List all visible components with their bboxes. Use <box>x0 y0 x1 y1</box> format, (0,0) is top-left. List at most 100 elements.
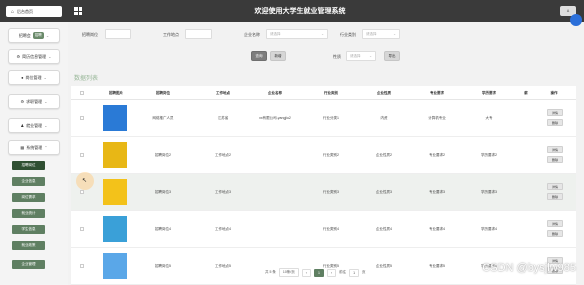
sidebar-subitem-2[interactable]: 岗位需求 <box>12 193 45 202</box>
delete-button[interactable]: 删除 <box>547 193 563 200</box>
goto-suffix: 页 <box>362 270 366 274</box>
company-select[interactable]: 请选择 ⌄ <box>266 29 328 39</box>
table-row[interactable]: 招聘岗位4 工作地点4 行业类别4 企业性质4 专业要求4 学历要求4 详情 删除 <box>71 211 576 248</box>
table-cell: 学历要求3 <box>481 190 497 194</box>
table-cell: 工作地点3 <box>215 190 231 194</box>
home-label: 后台首页 <box>17 8 34 14</box>
detail-button[interactable]: 详情 <box>547 146 563 153</box>
sidebar-subitem-6[interactable]: 企业管理 <box>12 260 45 269</box>
column-header: 薪 <box>524 91 528 95</box>
sidebar-group-label: 求职管理 <box>26 98 43 104</box>
sidebar-group-0[interactable]: 招聘会 招聘 ⌄ <box>8 28 60 43</box>
user-label: A <box>566 9 570 13</box>
chevron-down-icon: ⌄ <box>369 54 372 58</box>
sidebar-subitem-1[interactable]: 企业信息 <box>12 177 45 186</box>
detail-button[interactable]: 详情 <box>547 220 563 227</box>
job-image <box>103 105 127 131</box>
industry-select[interactable]: 请选择 ⌄ <box>362 29 400 39</box>
delete-button[interactable]: 删除 <box>547 119 563 126</box>
select-placeholder: 请选择 <box>270 31 281 36</box>
table-cell: 江苏省 <box>217 116 229 120</box>
column-header: 学历要求 <box>482 91 496 95</box>
sidebar-group-3[interactable]: ⚙ 求职管理 ⌄ <box>8 94 60 109</box>
system-title: 欢迎使用大学生就业管理系统 <box>254 8 346 15</box>
row-checkbox[interactable] <box>80 227 84 231</box>
table-cell: 专业要求4 <box>429 227 445 231</box>
button-label: 新增 <box>274 53 282 58</box>
job-image <box>103 216 127 242</box>
sidebar-group-label: 招聘会 <box>18 32 31 38</box>
location-input[interactable] <box>185 29 212 39</box>
goto-page-input[interactable]: 1 <box>349 268 360 277</box>
table-cell: 专业要求2 <box>429 153 445 157</box>
sidebar-group-1[interactable]: ⚙ 简历信息管理 ⌄ <box>8 49 60 64</box>
table-cell: 招聘岗位2 <box>155 153 171 157</box>
table-cell: 行业分类1 <box>323 116 339 120</box>
detail-button[interactable]: 详情 <box>547 109 563 116</box>
total-count: 共 5 条 <box>265 270 276 274</box>
page-size-select[interactable]: 10条/页 <box>278 268 299 277</box>
delete-button[interactable]: 删除 <box>547 156 563 163</box>
delete-button[interactable]: 删除 <box>547 230 563 237</box>
table-cell: 企业性质5 <box>376 264 392 268</box>
sidebar-subitem-5[interactable]: 就业政策 <box>12 241 45 250</box>
home-button[interactable]: ⌂ 后台首页 <box>6 6 62 17</box>
row-checkbox[interactable] <box>80 153 84 157</box>
prev-page-button[interactable]: ‹ <box>301 268 311 277</box>
sidebar-group-2[interactable]: ● 岗位管理 ⌄ <box>8 70 60 85</box>
sidebar-group-5[interactable]: ▦ 系统管理 ⌃ <box>8 140 60 155</box>
table-cell: 工作地点2 <box>215 153 231 157</box>
job-image <box>103 142 127 168</box>
export-button[interactable]: 导出 <box>384 51 400 61</box>
chevron-down-icon: ⌄ <box>393 32 396 36</box>
add-button[interactable]: 新增 <box>270 51 286 61</box>
table-row[interactable]: 招聘岗位3 工作地点3 行业类别3 企业性质3 专业要求3 学历要求3 详情 删除 <box>71 174 576 211</box>
select-all-checkbox[interactable] <box>80 91 84 95</box>
job-image <box>103 179 127 205</box>
chevron-down-icon: ⌄ <box>44 99 48 104</box>
chevron-down-icon: ⌄ <box>48 54 52 59</box>
sidebar-group-tag: 招聘 <box>32 32 44 39</box>
top-bar: ⌂ 后台首页 欢迎使用大学生就业管理系统 A <box>0 0 584 22</box>
table-row[interactable]: 网络推广人员 江苏省 xx有限公司-yangjiu2 行业分类1 内资 计算机专业 大专 详情… <box>71 100 576 137</box>
sidebar-group-label: 简历信息管理 <box>22 53 47 59</box>
table-cell: 企业性质4 <box>376 227 392 231</box>
row-checkbox[interactable] <box>80 116 84 120</box>
column-header: 专业要求 <box>430 91 444 95</box>
table-cell: 内资 <box>380 116 388 120</box>
section-title: 数据列表 <box>74 76 99 82</box>
filter-bar: 招聘岗位 工作地点 企业名称 请选择 ⌄ 行业类别 请选择 ⌄ 性质 请选择 ⌄… <box>68 22 584 70</box>
column-header: 招聘岗位 <box>156 91 170 95</box>
job-title-input[interactable] <box>105 29 131 39</box>
table-cell: 行业类别4 <box>323 227 339 231</box>
column-header: 企业名称 <box>268 91 282 95</box>
home-icon: ⌂ <box>11 8 15 15</box>
row-checkbox[interactable] <box>80 190 84 194</box>
column-header: 招聘图片 <box>109 91 123 95</box>
select-placeholder: 请选择 <box>366 31 377 36</box>
sidebar-group-label: 岗位管理 <box>25 74 42 80</box>
table-cell: 招聘岗位4 <box>155 227 171 231</box>
nature-select[interactable]: 请选择 ⌄ <box>346 51 376 61</box>
column-header: 企业性质 <box>377 91 391 95</box>
table-cell: 工作地点5 <box>215 264 231 268</box>
next-page-button[interactable]: › <box>326 268 337 277</box>
table-row[interactable]: 招聘岗位2 工作地点2 行业类别2 企业性质2 专业要求2 学历要求2 详情 删除 <box>71 137 576 174</box>
gear-icon: ⚙ <box>20 99 25 104</box>
user-icon: ♟ <box>20 123 25 128</box>
detail-button[interactable]: 详情 <box>547 183 563 190</box>
search-button[interactable]: 查询 <box>251 51 267 61</box>
button-label: 导出 <box>388 53 396 58</box>
page-number[interactable]: 1 <box>313 268 324 277</box>
sidebar-subitem-0[interactable]: 招聘岗位 <box>12 161 45 170</box>
menu-grid-icon[interactable] <box>74 7 82 15</box>
sidebar-subitem-3[interactable]: 就业统计 <box>12 209 45 218</box>
job-image <box>103 253 127 279</box>
sidebar-subitem-4[interactable]: 学生信息 <box>12 225 45 234</box>
filter-label: 工作地点 <box>163 32 179 37</box>
sidebar-group-4[interactable]: ♟ 就业管理 ⌄ <box>8 118 60 133</box>
row-checkbox[interactable] <box>80 264 84 268</box>
pagination: 共 5 条 10条/页 ‹ 1 › 前往 1 页 <box>265 268 366 277</box>
sidebar-group-label: 就业管理 <box>26 122 43 128</box>
goto-label: 前往 <box>339 270 347 274</box>
